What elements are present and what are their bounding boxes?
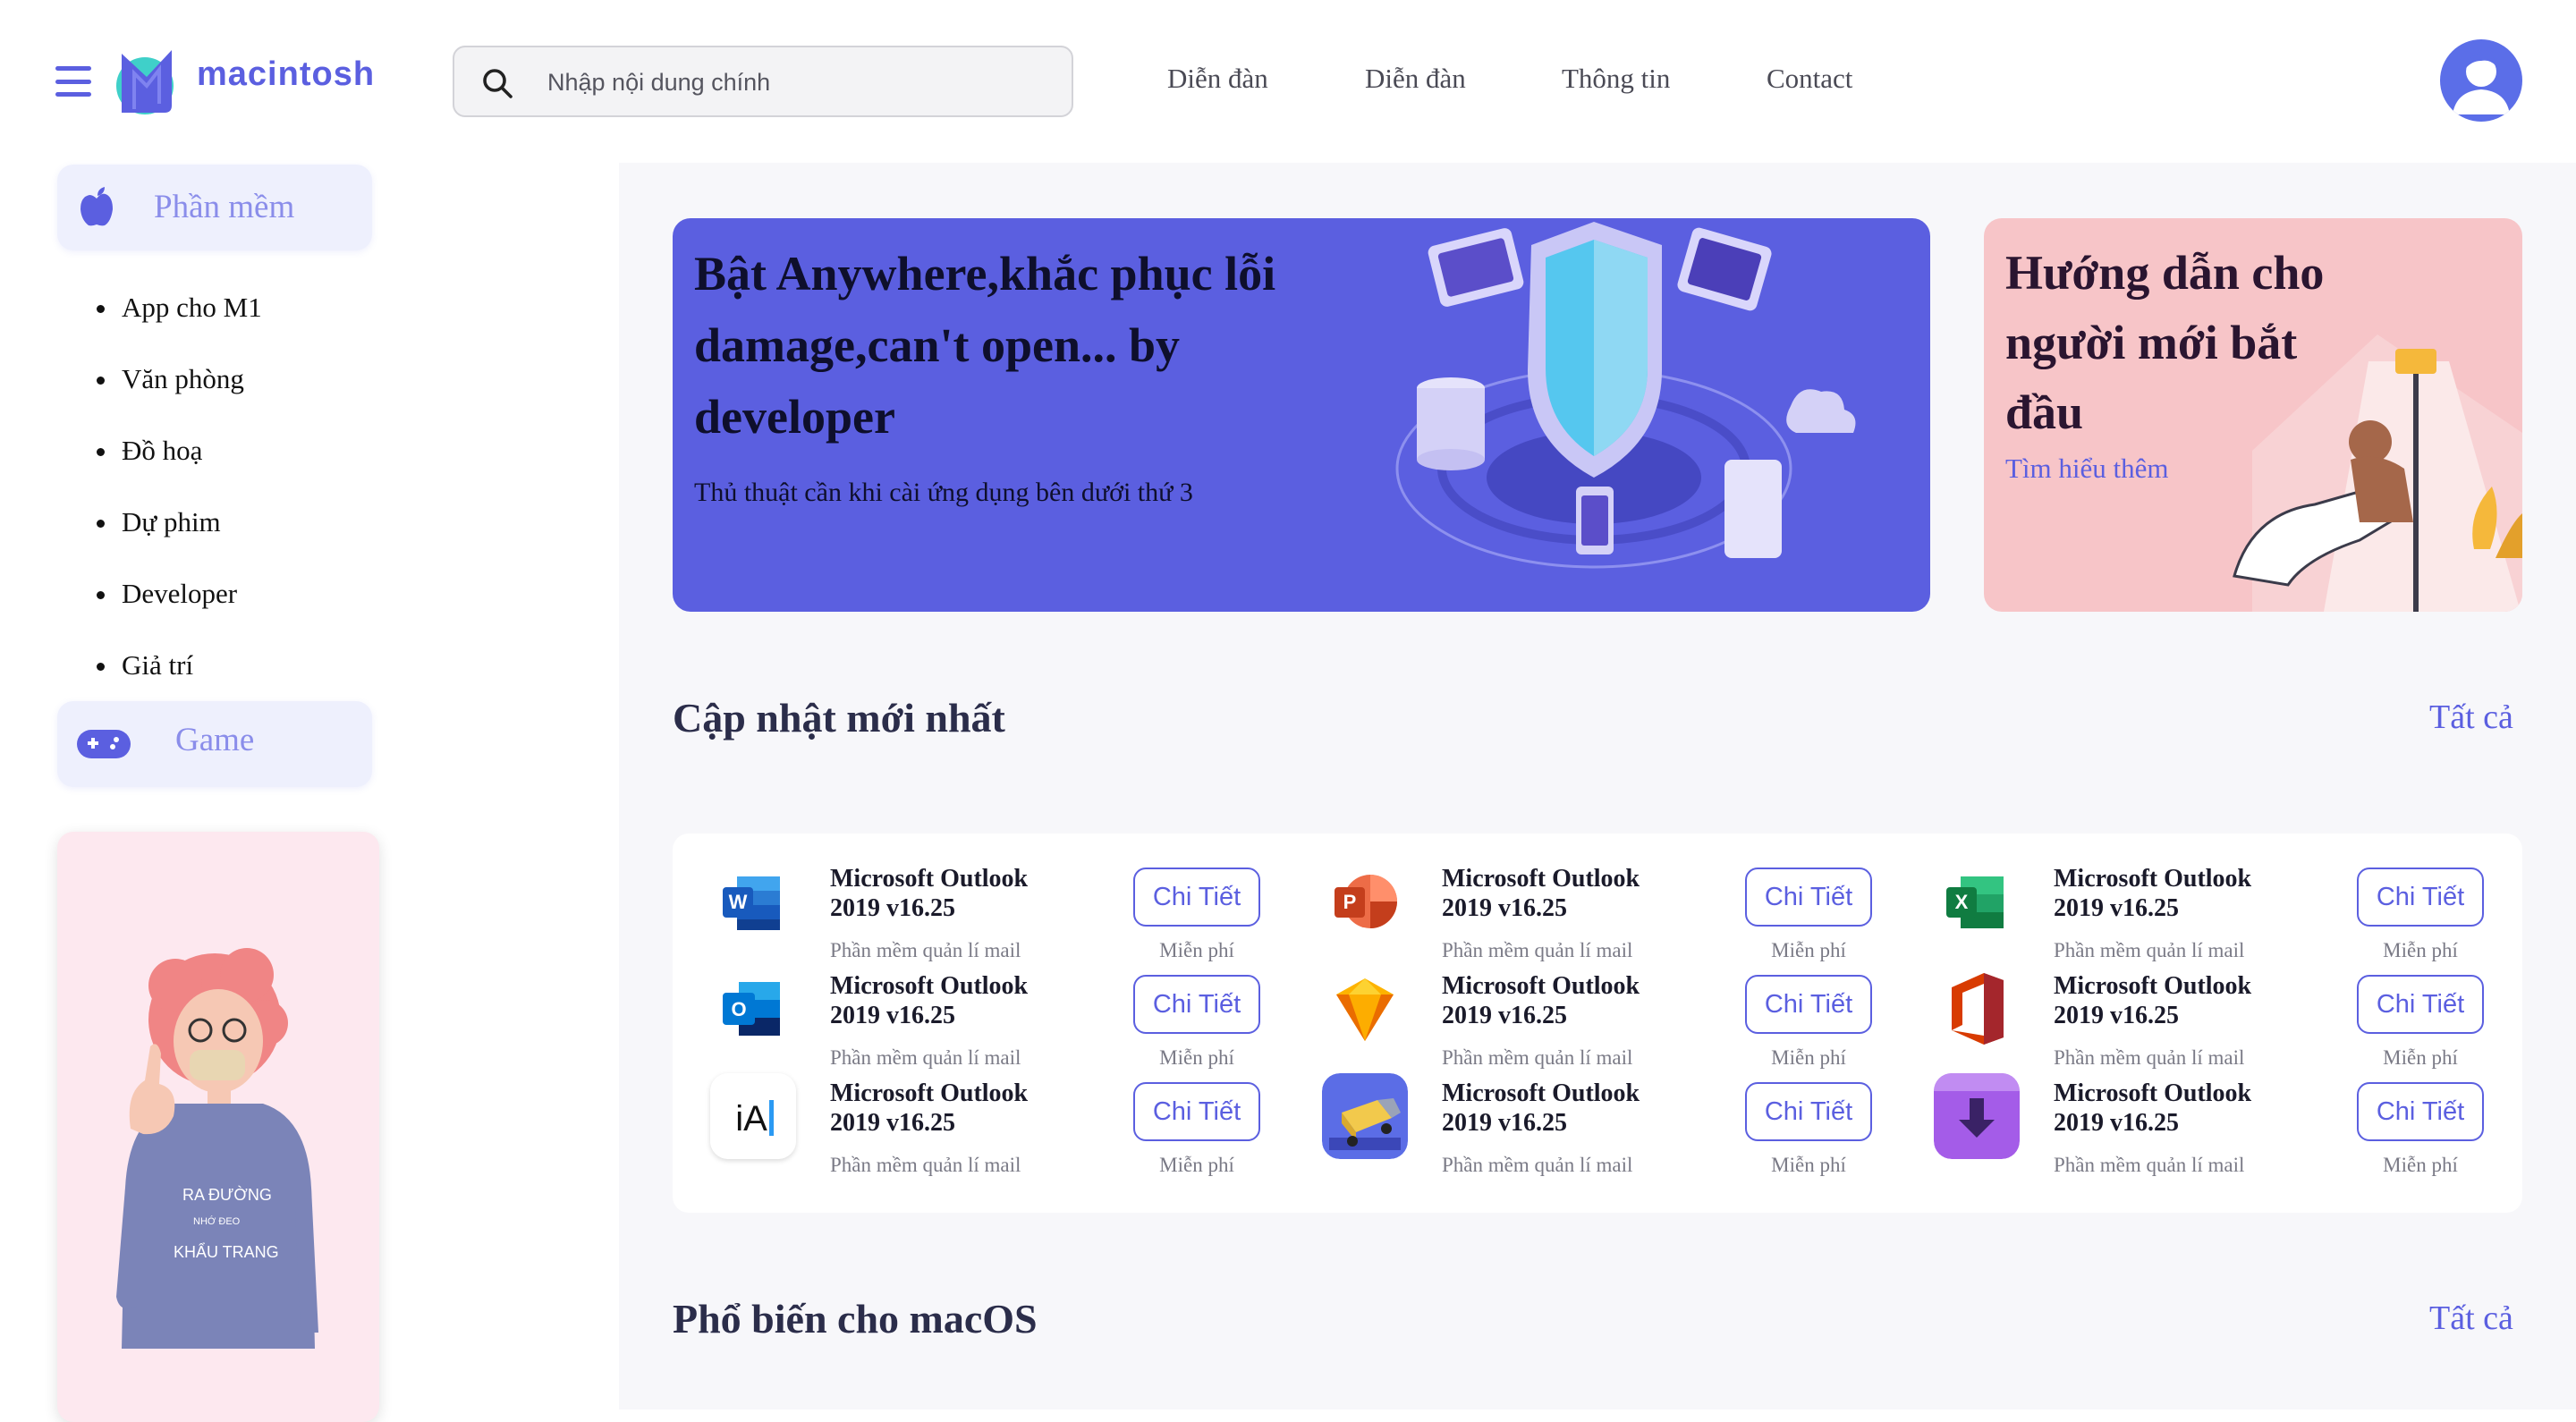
category-game[interactable]: Game [57, 701, 372, 787]
app-name[interactable]: Microsoft Outlook 2019 v16.25 [1442, 1079, 1674, 1138]
app-details-button[interactable]: Chi Tiết [1133, 975, 1260, 1034]
app-details-button[interactable]: Chi Tiết [1133, 1082, 1260, 1141]
app-name[interactable]: Microsoft Outlook 2019 v16.25 [2054, 864, 2286, 923]
svg-text:iA: iA [735, 1099, 767, 1138]
gamepad-icon [77, 730, 131, 758]
promo-text-line-1: RA ĐƯỜNG [182, 1186, 272, 1204]
app-name[interactable]: Microsoft Outlook 2019 v16.25 [2054, 971, 2286, 1030]
search-bar[interactable] [453, 46, 1073, 117]
svg-text:W: W [729, 891, 748, 913]
beginner-guide-card[interactable]: Hướng dẫn cho người mới bắt đầu Tìm hiểu… [1984, 218, 2522, 612]
mask-promo-banner[interactable]: RA ĐƯỜNG NHỚ ĐEO KHẨU TRANG [57, 832, 379, 1422]
transmit-truck-icon [1322, 1073, 1408, 1159]
app-name[interactable]: Microsoft Outlook 2019 v16.25 [830, 1079, 1063, 1138]
search-input[interactable] [546, 60, 1050, 105]
app-details-button[interactable]: Chi Tiết [2357, 868, 2484, 927]
app-description: Phần mềm quản lí mail [830, 1154, 1021, 1176]
app-price: Miễn phí [1159, 1154, 1234, 1176]
app-item[interactable]: Microsoft Outlook 2019 v16.25 Phần mềm q… [1284, 1048, 1902, 1176]
nav-forum-2[interactable]: Diễn đàn [1365, 63, 1466, 95]
subcategory-item[interactable]: Developer [97, 571, 262, 642]
latest-see-all-link[interactable]: Tất cả [2429, 698, 2513, 737]
promo-text-line-2: NHỚ ĐEO [193, 1216, 241, 1227]
database-stack [1417, 377, 1485, 470]
search-icon[interactable] [481, 67, 513, 99]
ia-writer-icon: iA [710, 1073, 796, 1159]
category-game-label: Game [175, 722, 255, 758]
guide-title: Hướng dẫn cho người mới bắt đầu [2005, 246, 2325, 439]
app-details-button[interactable]: Chi Tiết [2357, 975, 2484, 1034]
guide-learn-more-link[interactable]: Tìm hiểu thêm [2005, 453, 2169, 485]
logo-text[interactable]: macintosh [197, 55, 375, 94]
popular-macos-title: Phổ biến cho macOS [673, 1296, 1038, 1342]
app-name[interactable]: Microsoft Outlook 2019 v16.25 [830, 864, 1063, 923]
app-price: Miễn phí [1771, 1154, 1846, 1176]
category-software-label: Phần mềm [154, 189, 295, 225]
svg-text:O: O [731, 998, 746, 1020]
app-details-button[interactable]: Chi Tiết [1745, 868, 1872, 927]
subcategory-item[interactable]: App cho M1 [97, 284, 262, 356]
svg-text:P: P [1343, 891, 1357, 913]
latest-updates-title: Cập nhật mới nhất [673, 695, 1005, 741]
nav-info[interactable]: Thông tin [1562, 63, 1670, 95]
app-item[interactable]: Microsoft Outlook 2019 v16.25 Phần mềm q… [1284, 941, 1902, 1069]
app-details-button[interactable]: Chi Tiết [1745, 1082, 1872, 1141]
sketch-icon [1322, 966, 1408, 1052]
app-name[interactable]: Microsoft Outlook 2019 v16.25 [1442, 864, 1674, 923]
app-details-button[interactable]: Chi Tiết [2357, 1082, 2484, 1141]
hero-subtitle: Thủ thuật cần khi cài ứng dụng bên dưới … [694, 478, 1193, 507]
subcategory-item[interactable]: Văn phòng [97, 356, 262, 427]
downie-icon [1934, 1073, 2020, 1159]
macintosh-logo-icon[interactable] [113, 47, 181, 116]
app-item[interactable]: X Microsoft Outlook 2019 v16.25 Phần mềm… [1896, 834, 2513, 961]
powerpoint-icon: P [1322, 859, 1408, 944]
hero-banner[interactable]: Bật Anywhere,khắc phục lỗi damage,can't … [673, 218, 1930, 612]
hero-title: Bật Anywhere,khắc phục lỗi damage,can't … [694, 247, 1276, 444]
user-avatar[interactable] [2440, 39, 2522, 122]
outlook-icon: O [710, 966, 796, 1052]
word-icon: W [710, 859, 796, 944]
apple-icon [80, 187, 113, 226]
promo-text-line-3: KHẨU TRANG [174, 1243, 279, 1261]
app-details-button[interactable]: Chi Tiết [1133, 868, 1260, 927]
popular-see-all-link[interactable]: Tất cả [2429, 1299, 2513, 1338]
nav-forum-1[interactable]: Diễn đàn [1167, 63, 1268, 95]
subcategory-item[interactable]: Đồ hoạ [97, 427, 262, 499]
app-name[interactable]: Microsoft Outlook 2019 v16.25 [1442, 971, 1674, 1030]
nav-contact[interactable]: Contact [1767, 63, 1852, 95]
app-item[interactable]: iA Microsoft Outlook 2019 v16.25 Phần mề… [673, 1048, 1290, 1176]
office-icon [1934, 966, 2020, 1052]
app-description: Phần mềm quản lí mail [2054, 1154, 2245, 1176]
software-subcategories: App cho M1 Văn phòng Đồ hoạ Dự phim Deve… [97, 284, 262, 714]
app-item[interactable]: Microsoft Outlook 2019 v16.25 Phần mềm q… [1896, 1048, 2513, 1176]
app-details-button[interactable]: Chi Tiết [1745, 975, 1872, 1034]
subcategory-item[interactable]: Dự phim [97, 499, 262, 571]
user-icon [2453, 54, 2510, 114]
app-item[interactable]: O Microsoft Outlook 2019 v16.25 Phần mềm… [673, 941, 1290, 1069]
app-name[interactable]: Microsoft Outlook 2019 v16.25 [2054, 1079, 2286, 1138]
app-description: Phần mềm quản lí mail [1442, 1154, 1633, 1176]
app-item[interactable]: Microsoft Outlook 2019 v16.25 Phần mềm q… [1896, 941, 2513, 1069]
app-name[interactable]: Microsoft Outlook 2019 v16.25 [830, 971, 1063, 1030]
svg-text:X: X [1955, 891, 1969, 913]
menu-hamburger-icon[interactable] [55, 66, 91, 97]
category-software[interactable]: Phần mềm [57, 165, 372, 250]
app-item[interactable]: W Microsoft Outlook 2019 v16.25 Phần mềm… [673, 834, 1290, 961]
latest-apps-panel: W Microsoft Outlook 2019 v16.25 Phần mềm… [673, 834, 2522, 1213]
app-item[interactable]: P Microsoft Outlook 2019 v16.25 Phần mềm… [1284, 834, 1902, 961]
excel-icon: X [1934, 859, 2020, 944]
app-price: Miễn phí [2383, 1154, 2458, 1176]
mask-person-illustration [116, 948, 318, 1349]
security-shield-illustration [1395, 222, 1856, 569]
